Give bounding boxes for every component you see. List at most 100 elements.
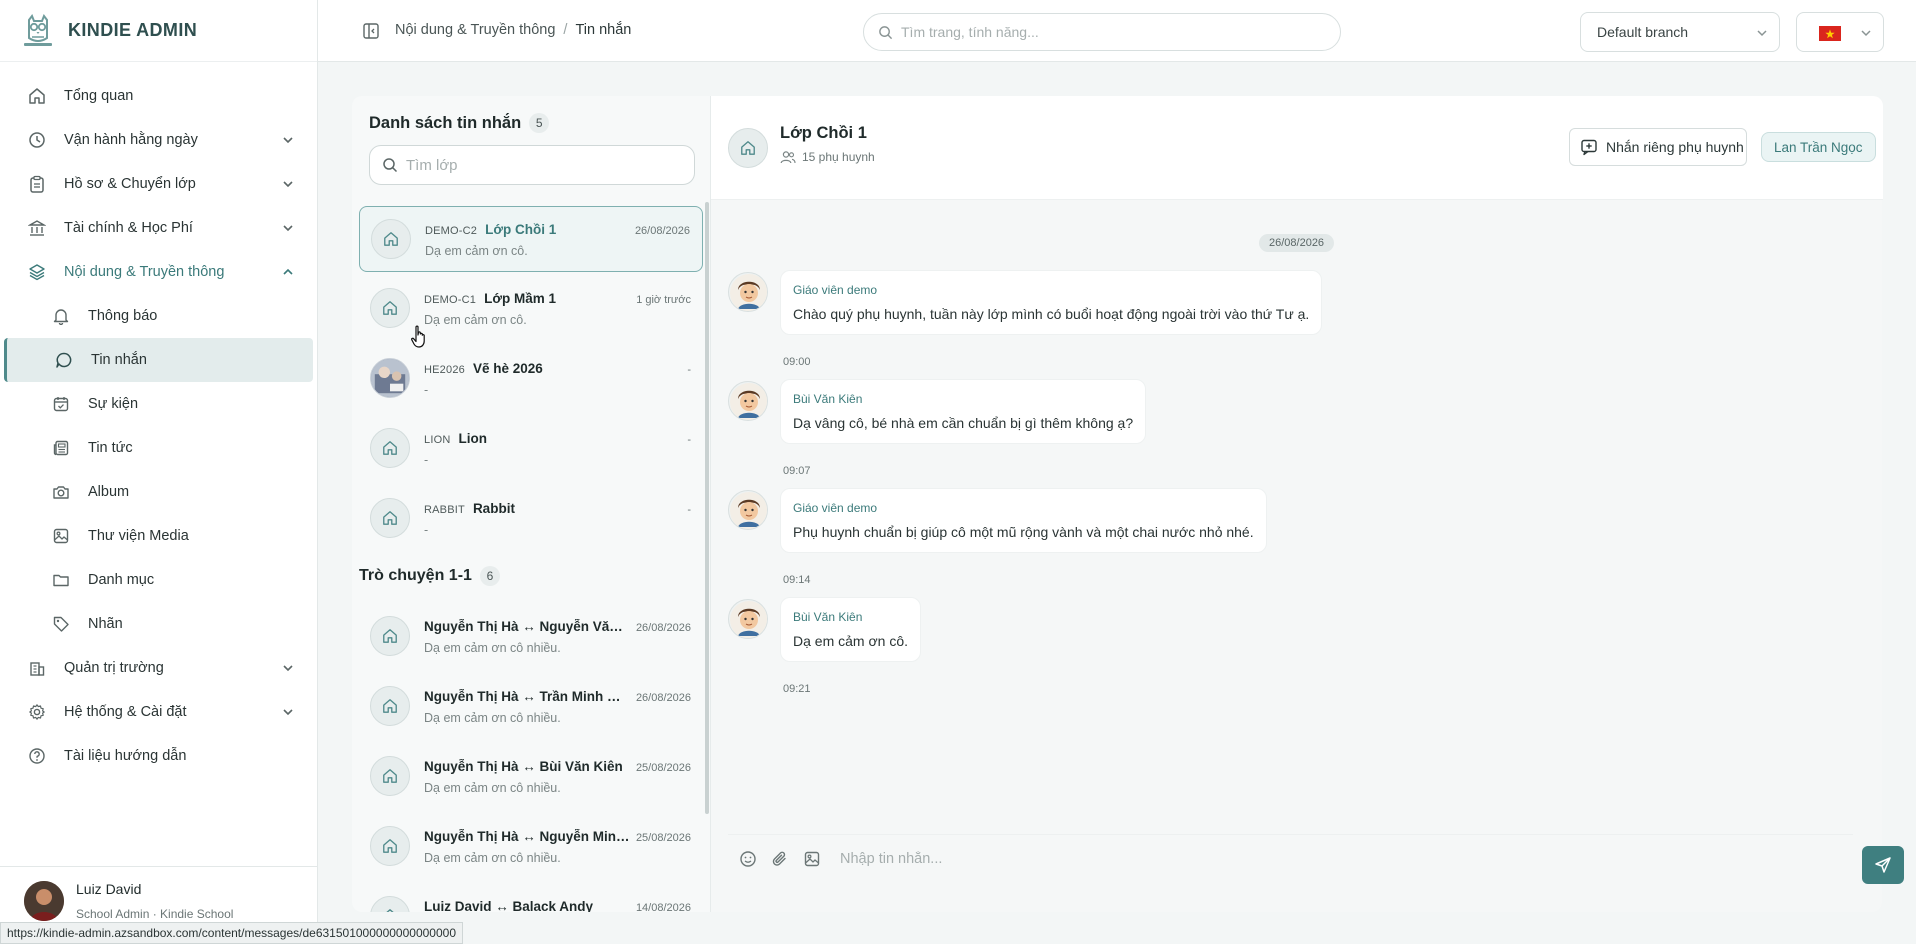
breadcrumb-link[interactable]: Nội dung & Truyền thông xyxy=(395,22,555,38)
conversation-list[interactable]: DEMO-C2 Lớp Chồi 1 26/08/2026 Dạ em cảm ơn… xyxy=(359,206,703,912)
conversation-item-lion[interactable]: LION Lion - - xyxy=(359,416,703,482)
class-avatar xyxy=(370,498,410,538)
sidebar-item-daily-ops[interactable]: Vận hành hằng ngày xyxy=(0,118,317,162)
sidebar-item-label: Tài chính & Học Phí xyxy=(64,220,193,236)
sidebar-item-label: Tin nhắn xyxy=(91,352,147,368)
emoji-icon[interactable] xyxy=(738,849,758,869)
conversation-name: Lion xyxy=(458,431,487,446)
gear-icon xyxy=(28,703,46,721)
language-select[interactable] xyxy=(1796,12,1884,52)
conversation-item-lop-choi-1[interactable]: DEMO-C2 Lớp Chồi 1 26/08/2026 Dạ em cảm ơn… xyxy=(359,206,703,272)
conversation-time: - xyxy=(687,434,691,446)
sidebar-item-finance[interactable]: Tài chính & Học Phí xyxy=(0,206,317,250)
chevron-down-icon xyxy=(283,137,293,144)
clock-icon xyxy=(28,131,46,149)
sidebar-item-categories[interactable]: Danh mục xyxy=(0,558,317,602)
home-icon xyxy=(383,839,397,853)
branch-select[interactable]: Default branch xyxy=(1580,12,1780,52)
users-icon xyxy=(780,151,796,164)
home-icon xyxy=(383,629,397,643)
private-message-parent-button[interactable]: Nhắn riêng phụ huynh xyxy=(1569,128,1747,166)
sidebar-item-records[interactable]: Hồ sơ & Chuyển lớp xyxy=(0,162,317,206)
message-list-panel: Danh sách tin nhắn 5 DEMO-C2 Lớp Chồi 1 26… xyxy=(352,96,710,912)
sidebar-item-events[interactable]: Sự kiện xyxy=(0,382,317,426)
class-avatar xyxy=(370,288,410,328)
image-icon xyxy=(52,527,70,545)
sidebar-item-media-library[interactable]: Thư viện Media xyxy=(0,514,317,558)
user-role: School Admin · Kindie School xyxy=(76,907,234,921)
message-sender: Giáo viên demo xyxy=(793,283,878,297)
conversation-preview: - xyxy=(424,453,429,467)
sidebar-item-school-admin[interactable]: Quản trị trường xyxy=(0,646,317,690)
search-icon xyxy=(879,25,893,39)
direct-conversation-item[interactable]: Nguyễn Thị Hà ↔ Trần Minh Bình 26/08/2026… xyxy=(359,674,703,740)
direct-conversation-item[interactable]: Nguyễn Thị Hà ↔ Nguyễn Minh ... 25/08/202… xyxy=(359,814,703,880)
message-text: Chào quý phụ huynh, tuần này lớp mình có… xyxy=(793,306,1310,322)
image-icon[interactable] xyxy=(802,849,822,869)
sidebar-item-news[interactable]: Tin tức xyxy=(0,426,317,470)
message-time: 09:21 xyxy=(783,683,811,695)
sidebar-item-album[interactable]: Album xyxy=(0,470,317,514)
brand[interactable]: KINDIE ADMIN xyxy=(0,0,317,62)
direct-chat-count-badge: 6 xyxy=(479,566,500,586)
direct-conversation-item[interactable]: Nguyễn Thị Hà ↔ Nguyễn Văn A... 26/08/202… xyxy=(359,604,703,670)
message-sender: Bùi Văn Kiên xyxy=(793,392,863,406)
message-time: 09:00 xyxy=(783,356,811,368)
sidebar-item-label: Sự kiện xyxy=(88,396,139,412)
conversation-preview: - xyxy=(424,383,429,397)
sender-avatar xyxy=(728,381,768,421)
teacher-chip[interactable]: Lan Trần Ngọc xyxy=(1761,132,1876,162)
sidebar-item-messages[interactable]: Tin nhắn xyxy=(4,338,313,382)
sidebar-item-label: Tin tức xyxy=(88,440,133,456)
send-button[interactable] xyxy=(1862,846,1904,884)
conversation-name: Lớp Chồi 1 xyxy=(485,222,557,237)
conversation-name: Vẽ hè 2026 xyxy=(472,361,543,376)
list-scrollbar[interactable] xyxy=(705,202,709,814)
class-search-input[interactable] xyxy=(406,156,686,174)
global-search[interactable] xyxy=(863,13,1341,51)
sidebar-item-docs[interactable]: Tài liệu hướng dẫn xyxy=(0,734,317,778)
sidebar-item-settings[interactable]: Hệ thống & Cài đặt xyxy=(0,690,317,734)
sidebar-item-tags[interactable]: Nhãn xyxy=(0,602,317,646)
conversation-item-ve-he-2026[interactable]: HE2026 Vẽ hè 2026 - - xyxy=(359,346,703,412)
global-search-input[interactable] xyxy=(901,24,1321,40)
status-bar-url: https://kindie-admin.azsandbox.com/conte… xyxy=(0,922,463,944)
sidebar-item-label: Hệ thống & Cài đặt xyxy=(64,704,187,720)
message-text: Dạ em cảm ơn cô. xyxy=(793,633,908,649)
message-bubble: Bùi Văn Kiên Dạ em cảm ơn cô. xyxy=(780,597,921,662)
chevron-down-icon xyxy=(283,665,293,672)
class-code: HE2026 xyxy=(424,364,465,376)
sidebar-item-content[interactable]: Nội dung & Truyền thông xyxy=(0,250,317,294)
sidebar-item-overview[interactable]: Tổng quan xyxy=(0,74,317,118)
message-input[interactable] xyxy=(840,850,1800,867)
chevron-down-icon xyxy=(283,709,293,716)
camera-icon xyxy=(52,483,70,501)
conversation-name: Luiz David ↔ Balack Andy xyxy=(424,899,594,912)
conversation-time: 1 giờ trước xyxy=(636,294,691,306)
direct-avatar xyxy=(370,756,410,796)
sidebar-item-notifications[interactable]: Thông báo xyxy=(0,294,317,338)
conversation-time: 26/08/2026 xyxy=(634,225,690,237)
parent-count: 15 phụ huynh xyxy=(802,150,875,164)
direct-chat-title: Trò chuyện 1-1 xyxy=(359,567,472,584)
chevron-down-icon xyxy=(1861,30,1871,37)
direct-conversation-item[interactable]: Nguyễn Thị Hà ↔ Bùi Văn Kiên 25/08/2026 D… xyxy=(359,744,703,810)
direct-conversation-item[interactable]: Luiz David ↔ Balack Andy 14/08/2026 xyxy=(359,884,703,912)
folder-icon xyxy=(52,571,70,589)
message-composer xyxy=(728,834,1853,882)
user-avatar xyxy=(24,881,64,921)
class-avatar xyxy=(371,219,411,259)
message-plus-icon xyxy=(1581,139,1597,156)
layers-icon xyxy=(28,263,46,281)
conversation-item-rabbit[interactable]: RABBIT Rabbit - - xyxy=(359,486,703,552)
conversation-preview: Dạ em cảm ơn cô. xyxy=(425,244,528,258)
class-avatar xyxy=(370,428,410,468)
paperclip-icon[interactable] xyxy=(770,849,790,869)
message-sender: Bùi Văn Kiên xyxy=(793,610,863,624)
class-search[interactable] xyxy=(369,145,695,185)
owl-logo-icon xyxy=(24,13,52,46)
sidebar-toggle-icon[interactable] xyxy=(362,22,380,40)
sidebar-nav: Tổng quan Vận hành hằng ngày Hồ sơ & Chu… xyxy=(0,62,317,778)
direct-avatar xyxy=(370,616,410,656)
sidebar-item-label: Danh mục xyxy=(88,572,155,588)
